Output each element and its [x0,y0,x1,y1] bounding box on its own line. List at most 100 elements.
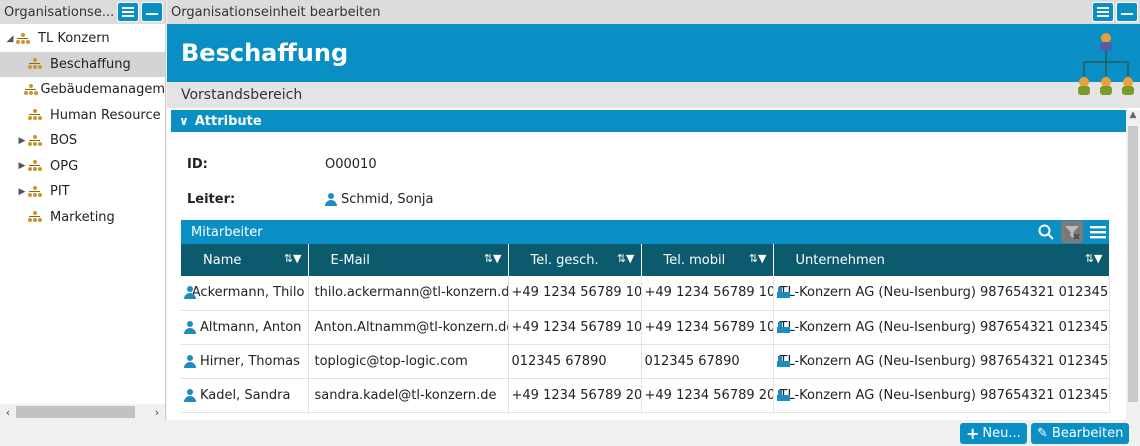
expand-arrow-icon[interactable]: ▶ [16,187,28,197]
table-cell: TL-Konzern AG (Neu-Isenburg) 987654321 0… [773,276,1110,311]
table-cell: TL-Konzern AG (Neu-Isenburg) 987654321 0… [773,344,1110,379]
org-unit-icon [28,185,42,198]
cell-text: +49 1234 56789 200 [644,387,773,403]
column-header[interactable]: Tel. gesch. ⇅▼ [508,244,642,276]
cell-content[interactable]: Ackermann, Thilo [184,285,305,300]
sort-filter-icon[interactable]: ⇅▼ [617,252,635,265]
table-cell: Hirner, Thomas [181,344,309,379]
tree-node[interactable]: ▶ PIT [0,179,165,205]
table-cell: 012345 67890 [641,344,774,379]
tree-node[interactable]: ▶ BOS [0,128,165,154]
org-unit-icon [28,160,42,172]
sort-filter-icon[interactable]: ⇅▼ [1085,252,1103,265]
column-header-label: Name [203,252,242,268]
leader-value-link[interactable]: Schmid, Sonja [325,192,433,207]
collapse-arrow-icon[interactable]: ◢ [4,34,16,44]
sort-filter-icon[interactable]: ⇅▼ [749,252,767,265]
person-icon [184,354,196,368]
plus-icon: + [966,424,980,443]
column-header-label: Tel. mobil [663,252,726,268]
table-cell: +49 1234 56789 107 [641,276,774,311]
edit-minimize-button[interactable] [1116,2,1138,22]
table-cell: toplogic@top-logic.com [308,344,509,379]
table-cell: +49 1234 56789 201 [508,378,642,413]
org-chart-icon [1078,33,1134,95]
cell-content: sandra.kadel@tl-konzern.de [312,388,505,403]
edit-panel-header: Organisationseinheit bearbeiten [167,0,1140,24]
cell-content: +49 1234 56789 200 [645,388,773,403]
person-icon [325,193,337,206]
org-tree: ◢ TL Konzern Beschaffung Gebäudemanagem Huma… [0,24,165,230]
expand-arrow-icon[interactable]: ▶ [16,136,28,146]
column-header-label: Tel. gesch. [530,252,599,268]
cell-content[interactable]: TL-Konzern AG (Neu-Isenburg) 987654321 0… [776,354,1108,369]
edit-vertical-scrollbar[interactable]: ▲ [1126,110,1140,420]
banner: Beschaffung [167,24,1140,95]
cell-content[interactable]: TL-Konzern AG (Neu-Isenburg) 987654321 0… [776,388,1108,403]
cell-content[interactable]: Kadel, Sandra [184,388,305,403]
column-header-label: E-Mail [330,252,370,268]
edit-panel: Organisationseinheit bearbeiten Beschaff… [167,0,1140,420]
cell-text: +49 1234 56789 201 [511,387,641,403]
cell-content[interactable]: Altmann, Anton [184,320,305,335]
org-unit-icon [28,211,42,223]
cell-content: toplogic@top-logic.com [312,354,505,369]
table-cell: +49 1234 56789 108 [508,276,642,311]
column-header[interactable]: Name ⇅▼ [181,244,309,276]
table-row[interactable]: Hirner, Thomas toplogic@top-logic.com 0123… [181,344,1110,379]
cell-content[interactable]: Hirner, Thomas [184,354,305,369]
edit-button[interactable]: ✎ Bearbeiten [1031,423,1130,444]
table-cell: Kadel, Sandra [181,378,309,413]
tree-node[interactable]: ▶ OPG [0,154,165,180]
clear-filter-icon[interactable] [1061,221,1083,243]
cell-text: TL-Konzern AG (Neu-Isenburg) 987654321 0… [779,285,1109,301]
tree-node[interactable]: Marketing [0,205,165,231]
cell-content[interactable]: TL-Konzern AG (Neu-Isenburg) 987654321 0… [776,285,1108,300]
grid-menu-icon[interactable] [1087,221,1109,243]
tree-node-label: Gebäudemanagem [40,82,165,98]
column-header[interactable]: Unternehmen ⇅▼ [773,244,1110,276]
cell-content: 012345 67890 [512,354,638,369]
table-row[interactable]: Ackermann, Thilo thilo.ackermann@tl-konze… [181,276,1110,311]
menu-icon [1097,7,1109,17]
tree-node[interactable]: Human Resource [0,103,165,129]
new-button[interactable]: + Neu... [960,423,1027,444]
tree-node-label: Human Resource [50,107,161,123]
scroll-right-icon[interactable]: › [149,406,165,419]
org-unit-icon [28,134,42,147]
tree-node[interactable]: Gebäudemanagem [0,77,165,103]
tree-panel-title: Organisationse... [4,4,115,20]
tree-menu-button[interactable] [117,2,139,22]
attribute-section-toggle[interactable]: ∨ Attribute [171,110,1126,132]
org-unit-icon [23,83,38,96]
table-cell: Anton.Altnamm@tl-konzern.de [308,310,509,345]
sort-filter-icon[interactable]: ⇅▼ [484,252,502,265]
page-title: Beschaffung [181,39,349,67]
tree-horizontal-scrollbar[interactable]: ‹ › [0,404,165,420]
cell-text: Anton.Altnamm@tl-konzern.de [314,319,508,335]
employee-table: Name ⇅▼ E-Mail ⇅▼ Tel. gesch. ⇅▼ Tel. mobil ⇅▼ U… [181,244,1110,413]
table-cell: Altmann, Anton [181,310,309,345]
column-header[interactable]: E-Mail ⇅▼ [308,244,509,276]
person-icon [184,388,196,402]
scroll-thumb[interactable] [16,406,135,418]
cell-text: toplogic@top-logic.com [314,353,468,369]
search-icon[interactable] [1035,221,1057,243]
tree-node-label: Marketing [50,209,115,225]
scroll-thumb[interactable] [1128,126,1138,402]
column-header-label: Unternehmen [795,252,885,268]
tree-node[interactable]: ◢ TL Konzern [0,26,165,52]
scroll-up-icon[interactable]: ▲ [1126,110,1140,120]
sort-filter-icon[interactable]: ⇅▼ [284,252,302,265]
id-value: O00010 [325,157,377,172]
tree-minimize-button[interactable] [141,2,163,22]
column-header[interactable]: Tel. mobil ⇅▼ [641,244,774,276]
table-row[interactable]: Kadel, Sandra sandra.kadel@tl-konzern.de +… [181,378,1110,413]
table-row[interactable]: Altmann, Anton Anton.Altnamm@tl-konzern.d… [181,310,1110,345]
expand-arrow-icon[interactable]: ▶ [16,161,28,171]
edit-menu-button[interactable] [1092,2,1114,22]
minimize-icon [146,13,158,15]
tree-node[interactable]: Beschaffung [0,51,165,77]
cell-content[interactable]: TL-Konzern AG (Neu-Isenburg) 987654321 0… [776,320,1108,335]
scroll-left-icon[interactable]: ‹ [0,406,16,419]
